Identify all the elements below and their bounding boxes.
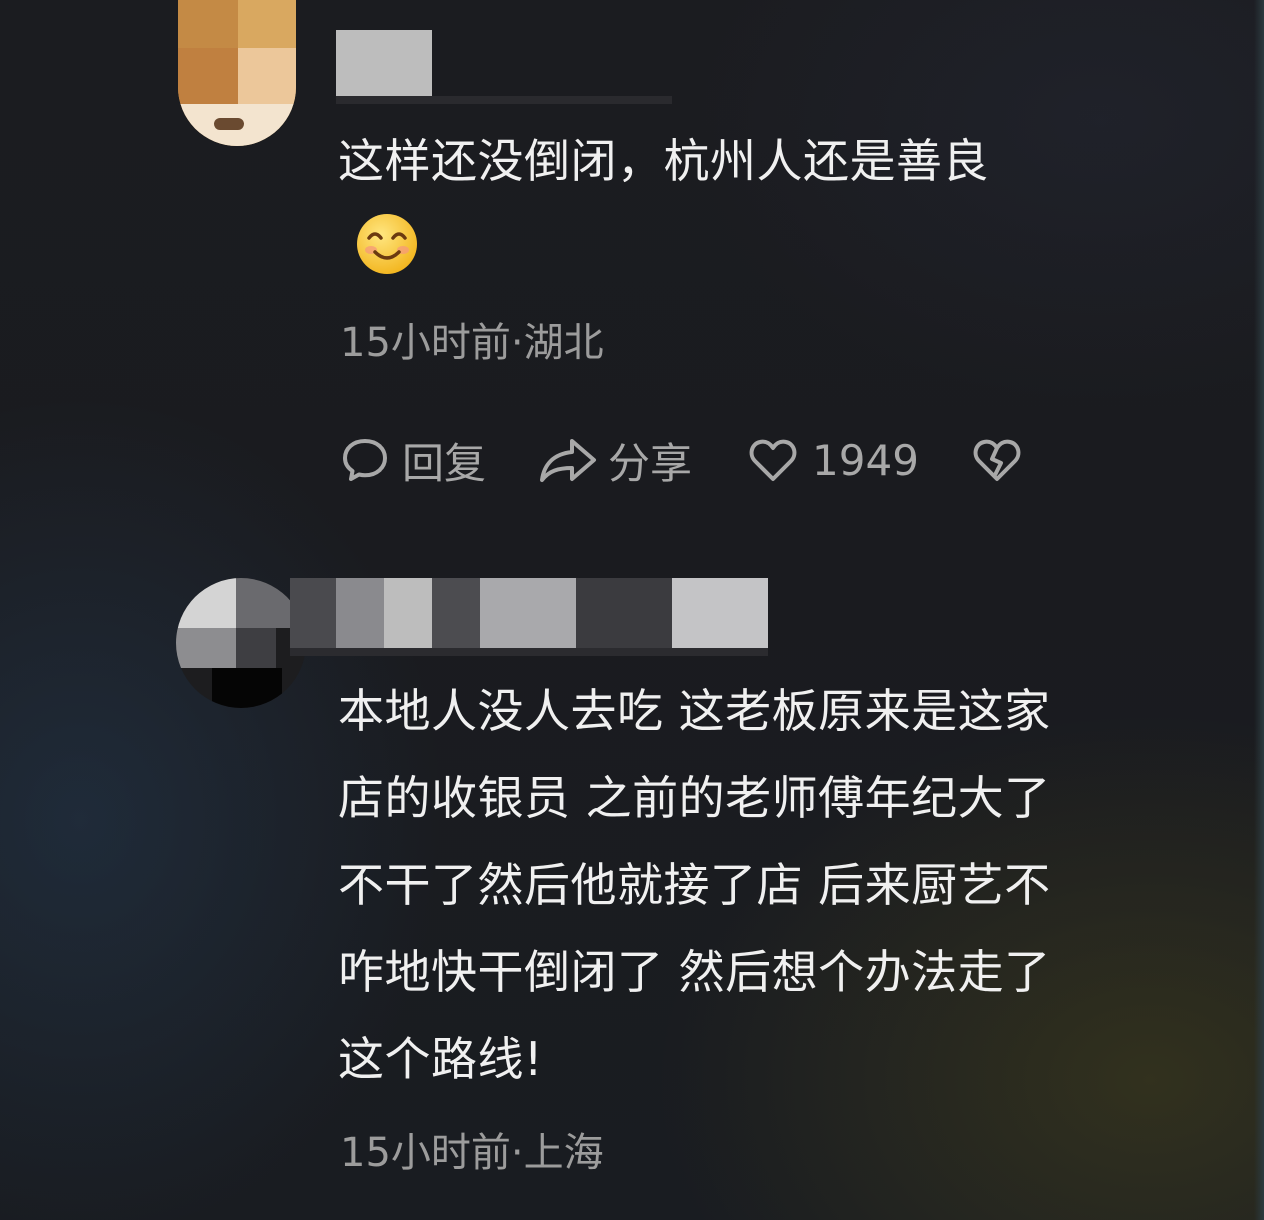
comment-1: 这样还没倒闭，杭州人还是善良 15小时前·湖北 回复 分享 1949 xyxy=(0,0,1264,520)
avatar-pixel xyxy=(176,578,236,628)
comment-actions: 回复 分享 1949 xyxy=(340,432,1023,488)
avatar-pixel xyxy=(238,48,296,104)
avatar-pixel xyxy=(178,0,238,48)
comment-text-line: 这样还没倒闭，杭州人还是善良 xyxy=(338,134,989,188)
blur-pixel xyxy=(290,578,336,648)
avatar[interactable] xyxy=(178,0,296,146)
reply-button[interactable]: 回复 xyxy=(340,430,486,491)
smiling-face-emoji-icon xyxy=(357,214,417,274)
comment-time: 15小时前 xyxy=(340,320,511,366)
avatar-pixel xyxy=(212,668,282,708)
meta-separator: · xyxy=(510,320,524,366)
comment-2: 本地人没人去吃 这老板原来是这家 店的收银员 之前的老师傅年纪大了 不干了然后他… xyxy=(0,560,1264,1220)
username-blurred[interactable] xyxy=(290,578,768,656)
comment-text-line: 这个路线! xyxy=(338,1032,543,1086)
blur-pixel xyxy=(336,578,384,648)
comment-text-line: 店的收银员 之前的老师傅年纪大了 xyxy=(338,771,1051,825)
like-count: 1949 xyxy=(812,435,919,485)
comment-location: 上海 xyxy=(523,1130,604,1176)
avatar-pixel xyxy=(176,628,236,668)
blur-pixel xyxy=(290,648,768,656)
share-button[interactable]: 分享 xyxy=(538,430,692,491)
blur-pixel xyxy=(576,578,672,648)
comment-meta: 15小时前·上海 xyxy=(340,1120,604,1178)
avatar-pixel xyxy=(178,48,238,104)
blur-pixel xyxy=(432,578,480,648)
comment-meta: 15小时前·湖北 xyxy=(340,310,604,368)
broken-heart-icon xyxy=(973,439,1021,481)
dislike-button[interactable] xyxy=(971,435,1023,485)
blur-pixel xyxy=(672,578,768,648)
comment-time: 15小时前 xyxy=(340,1130,511,1176)
comment-bubble-icon xyxy=(343,439,387,481)
blur-pixel xyxy=(384,578,432,648)
avatar[interactable] xyxy=(176,578,306,708)
comment-text-line: 咋地快干倒闭了 然后想个办法走了 xyxy=(338,945,1051,999)
comment-text: 本地人没人去吃 这老板原来是这家 店的收银员 之前的老师傅年纪大了 不干了然后他… xyxy=(338,668,1051,1103)
reply-label: 回复 xyxy=(402,438,487,488)
comment-location: 湖北 xyxy=(523,320,604,366)
blur-pixel xyxy=(480,578,576,648)
share-arrow-icon xyxy=(540,439,597,482)
comment-text-line: 不干了然后他就接了店 后来厨艺不 xyxy=(338,858,1051,912)
like-button[interactable]: 1949 xyxy=(748,435,919,485)
avatar-pixel xyxy=(214,118,244,130)
meta-separator: · xyxy=(510,1130,524,1176)
avatar-pixel xyxy=(236,628,276,668)
comment-text: 这样还没倒闭，杭州人还是善良 xyxy=(338,118,989,205)
share-label: 分享 xyxy=(608,438,693,488)
heart-icon xyxy=(749,439,797,481)
username-blurred-underline xyxy=(336,96,672,104)
username-blurred[interactable] xyxy=(336,30,432,96)
comment-text-line: 本地人没人去吃 这老板原来是这家 xyxy=(338,684,1051,738)
